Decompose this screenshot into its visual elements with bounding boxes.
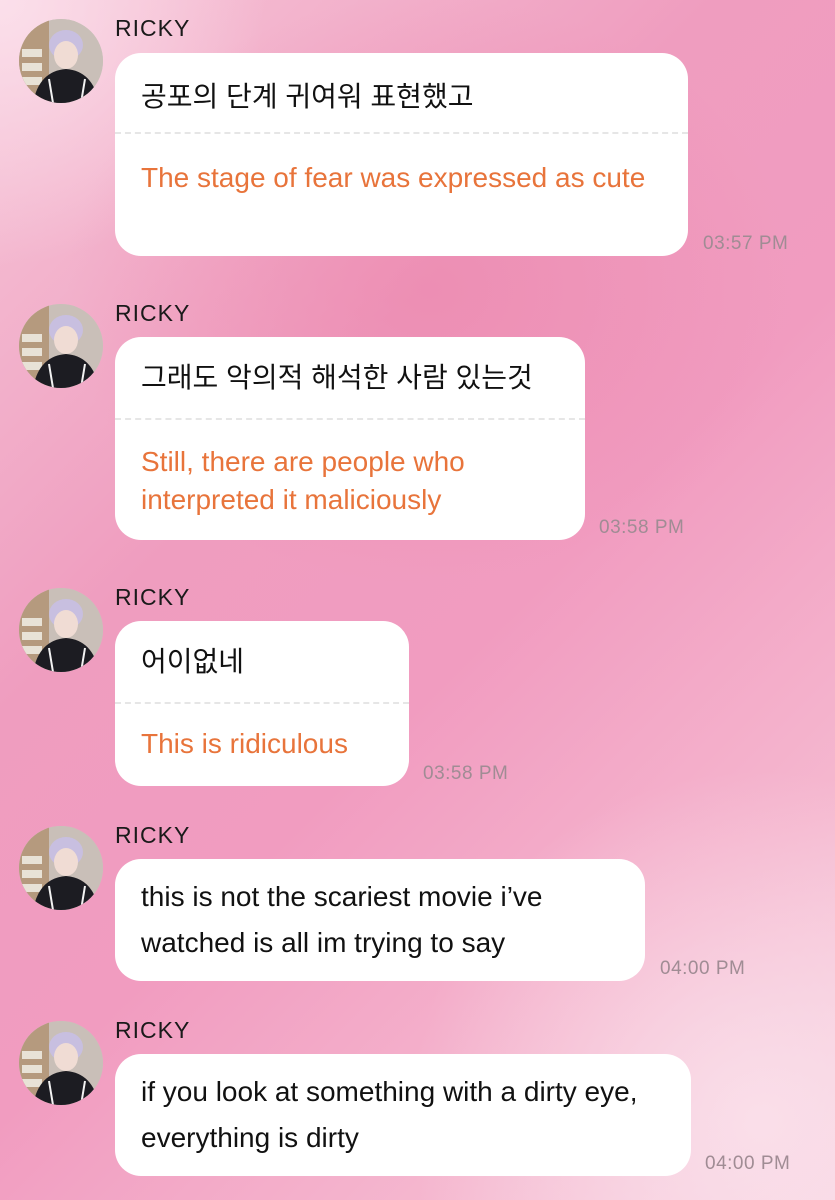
message-timestamp: 04:00 PM — [705, 1153, 791, 1174]
sender-name: RICKY — [115, 300, 191, 326]
translated-text: The stage of fear was expressed as cute — [141, 162, 646, 193]
sender-name: RICKY — [115, 15, 191, 41]
message-bubble[interactable]: 어이없네 This is ridiculous — [115, 621, 409, 786]
avatar[interactable] — [19, 19, 103, 103]
avatar[interactable] — [19, 304, 103, 388]
avatar[interactable] — [19, 1021, 103, 1105]
message-timestamp: 03:57 PM — [703, 233, 789, 254]
sender-name: RICKY — [115, 584, 191, 610]
message-timestamp: 03:58 PM — [599, 517, 685, 538]
message-bubble[interactable]: this is not the scariest movie i’ve watc… — [115, 859, 645, 981]
message-bubble[interactable]: if you look at something with a dirty ey… — [115, 1054, 691, 1176]
original-text: 어이없네 — [141, 646, 245, 677]
message-text: this is not the scariest movie i’ve watc… — [141, 881, 543, 958]
message-bubble[interactable]: 그래도 악의적 해석한 사람 있는것 Still, there are peop… — [115, 337, 585, 540]
translation-divider — [115, 132, 688, 134]
translation-divider — [115, 418, 585, 420]
sender-name: RICKY — [115, 822, 191, 848]
message-timestamp: 03:58 PM — [423, 763, 509, 784]
original-text: 그래도 악의적 해석한 사람 있는것 — [141, 362, 533, 393]
sender-name: RICKY — [115, 1017, 191, 1043]
message-text: if you look at something with a dirty ey… — [141, 1076, 638, 1153]
translation-divider — [115, 702, 409, 704]
original-text: 공포의 단계 귀여워 표현했고 — [141, 81, 474, 112]
translated-text: Still, there are people who interpreted … — [141, 446, 465, 515]
avatar[interactable] — [19, 826, 103, 910]
avatar[interactable] — [19, 588, 103, 672]
message-timestamp: 04:00 PM — [660, 958, 746, 979]
translated-text: This is ridiculous — [141, 728, 348, 759]
message-bubble[interactable]: 공포의 단계 귀여워 표현했고 The stage of fear was ex… — [115, 53, 688, 256]
